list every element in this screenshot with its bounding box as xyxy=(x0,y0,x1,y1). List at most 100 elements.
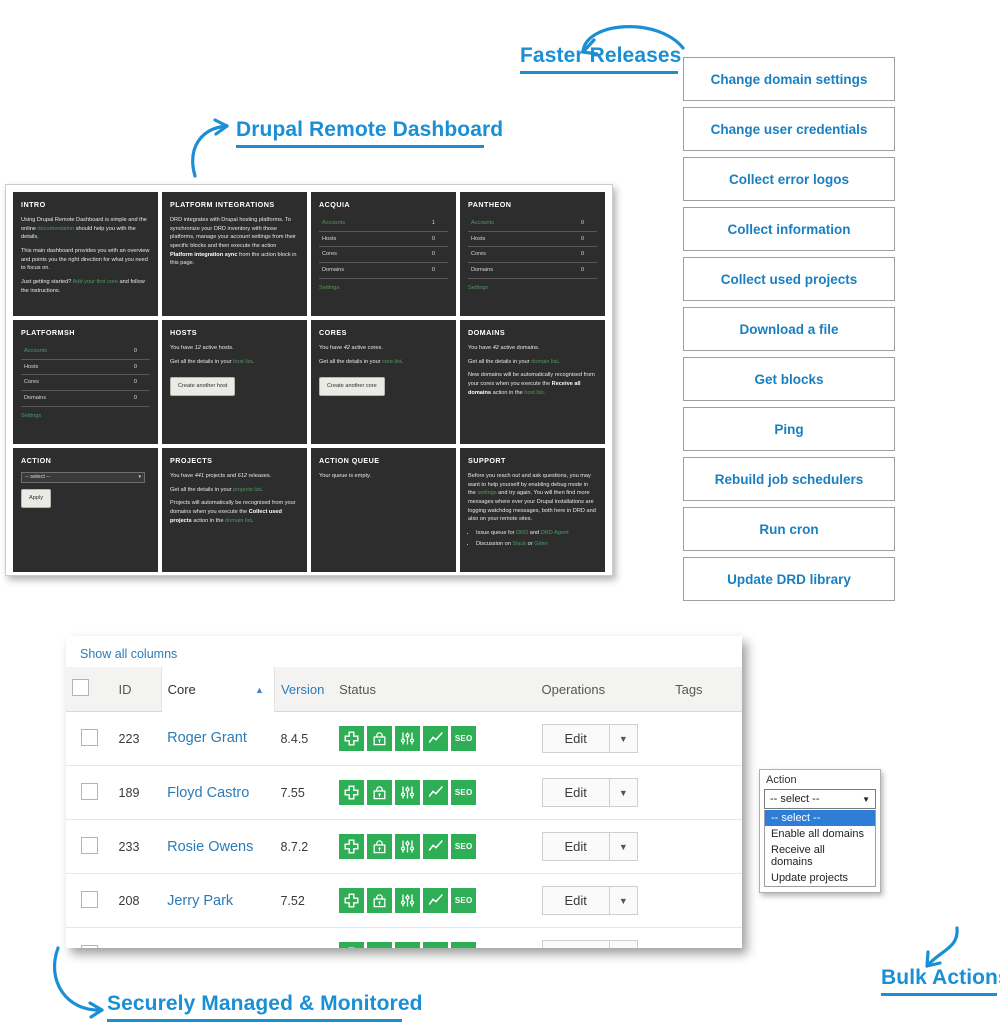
action-button-collect-information[interactable]: Collect information xyxy=(683,207,895,251)
domains-host-list-link[interactable]: host list xyxy=(524,390,543,396)
edit-button[interactable]: Edit xyxy=(541,886,610,915)
projects-p2-b: . xyxy=(261,486,263,493)
bulk-action-option[interactable]: -- select -- xyxy=(765,810,875,826)
row-select-cell[interactable] xyxy=(66,711,113,766)
operations-dropdown-toggle[interactable]: ▼ xyxy=(609,832,638,861)
documentation-link[interactable]: documentation xyxy=(37,226,74,232)
operations-dropdown-toggle[interactable]: ▼ xyxy=(609,886,638,915)
row-select-cell[interactable] xyxy=(66,765,113,820)
show-all-columns-link[interactable]: Show all columns xyxy=(80,647,177,661)
core-name-link[interactable]: Roger Grant xyxy=(167,730,247,746)
core-list-link[interactable]: core list xyxy=(382,359,401,365)
action-button-collect-error-logos[interactable]: Collect error logos xyxy=(683,157,895,201)
edit-button[interactable]: Edit xyxy=(541,724,610,753)
action-button-run-cron[interactable]: Run cron xyxy=(683,507,895,551)
line-chart-icon[interactable] xyxy=(423,942,449,948)
row-checkbox[interactable] xyxy=(80,782,98,800)
gitter-link[interactable]: Gitter xyxy=(534,541,548,547)
stat-row[interactable]: Accounts 1 xyxy=(319,216,448,232)
edit-button[interactable]: Edit xyxy=(541,940,610,948)
core-name-link[interactable]: Rosie Owens xyxy=(167,839,253,855)
add-first-core-link[interactable]: Add your first core xyxy=(73,279,118,285)
plus-cross-icon[interactable] xyxy=(339,942,365,948)
row-id: 223 xyxy=(118,732,140,746)
acquia-settings-link[interactable]: Settings xyxy=(319,284,339,293)
edit-button[interactable]: Edit xyxy=(541,778,610,807)
slack-link[interactable]: Slack xyxy=(512,541,526,547)
seo-icon[interactable]: SEO xyxy=(451,942,477,948)
plus-cross-icon[interactable] xyxy=(339,888,365,913)
sliders-icon[interactable] xyxy=(395,780,421,805)
operations-dropdown-toggle[interactable]: ▼ xyxy=(609,778,638,807)
sliders-icon[interactable] xyxy=(395,942,421,948)
core-name-link[interactable]: Lizzie Nichols xyxy=(167,947,256,949)
support-settings-link[interactable]: settings xyxy=(477,490,496,496)
lock-icon[interactable] xyxy=(367,780,393,805)
line-chart-icon[interactable] xyxy=(423,780,449,805)
action-button-ping[interactable]: Ping xyxy=(683,407,895,451)
cell-tags xyxy=(669,711,742,766)
seo-icon[interactable]: SEO xyxy=(451,726,477,751)
seo-icon[interactable]: SEO xyxy=(451,888,477,913)
action-button-change-user-credentials[interactable]: Change user credentials xyxy=(683,107,895,151)
platformsh-settings-link[interactable]: Settings xyxy=(21,412,41,421)
column-header-id[interactable]: ID xyxy=(112,667,162,712)
stat-row[interactable]: Accounts 0 xyxy=(468,216,597,232)
column-header-select-all[interactable] xyxy=(66,667,113,712)
create-another-core-button[interactable]: Create another core xyxy=(319,377,385,397)
action-button-get-blocks[interactable]: Get blocks xyxy=(683,357,895,401)
bulk-action-select[interactable]: -- select -- ▼ xyxy=(764,789,876,809)
stat-row[interactable]: Accounts 0 xyxy=(21,344,150,360)
bulk-action-option[interactable]: Receive all domains xyxy=(765,842,875,870)
plus-cross-icon[interactable] xyxy=(339,834,365,859)
plus-cross-icon[interactable] xyxy=(339,780,365,805)
drd-agent-issue-queue-link[interactable]: DRD Agent xyxy=(541,530,569,536)
bulk-action-option[interactable]: Enable all domains xyxy=(765,826,875,842)
sliders-icon[interactable] xyxy=(395,888,421,913)
lock-icon[interactable] xyxy=(367,834,393,859)
action-button-rebuild-job-schedulers[interactable]: Rebuild job schedulers xyxy=(683,457,895,501)
select-all-checkbox[interactable] xyxy=(72,679,89,696)
pantheon-settings-link[interactable]: Settings xyxy=(468,284,488,293)
line-chart-icon[interactable] xyxy=(423,834,449,859)
sliders-icon[interactable] xyxy=(395,834,421,859)
line-chart-icon[interactable] xyxy=(423,888,449,913)
create-another-host-button[interactable]: Create another host xyxy=(170,377,236,397)
projects-domain-list-link[interactable]: domain list xyxy=(225,518,252,524)
column-header-version[interactable]: Version xyxy=(274,667,334,712)
projects-list-link[interactable]: projects list xyxy=(233,487,261,493)
edit-button[interactable]: Edit xyxy=(541,832,610,861)
block-intro: INTRO Using Drupal Remote Dashboard is s… xyxy=(13,192,158,316)
host-list-link[interactable]: host list xyxy=(233,359,252,365)
cell-tags xyxy=(669,928,742,949)
row-select-cell[interactable] xyxy=(66,873,113,928)
action-button-change-domain-settings[interactable]: Change domain settings xyxy=(683,57,895,101)
lock-icon[interactable] xyxy=(367,942,393,948)
column-header-core[interactable]: Core ▲ xyxy=(160,667,275,712)
action-button-download-a-file[interactable]: Download a file xyxy=(683,307,895,351)
drd-issue-queue-link[interactable]: DRD xyxy=(516,530,528,536)
block-cores-title: CORES xyxy=(319,328,347,337)
row-checkbox[interactable] xyxy=(80,890,98,908)
line-chart-icon[interactable] xyxy=(423,726,449,751)
operations-dropdown-toggle[interactable]: ▼ xyxy=(609,940,638,948)
action-button-collect-used-projects[interactable]: Collect used projects xyxy=(683,257,895,301)
core-name-link[interactable]: Floyd Castro xyxy=(167,785,249,801)
row-checkbox[interactable] xyxy=(80,836,98,854)
plus-cross-icon[interactable] xyxy=(339,726,365,751)
seo-icon[interactable]: SEO xyxy=(451,834,477,859)
sliders-icon[interactable] xyxy=(395,726,421,751)
seo-icon[interactable]: SEO xyxy=(451,780,477,805)
lock-icon[interactable] xyxy=(367,726,393,751)
domain-list-link[interactable]: domain list xyxy=(531,359,558,365)
row-checkbox[interactable] xyxy=(80,728,98,746)
action-select[interactable]: -- select -- ▾ xyxy=(21,472,145,484)
apply-button[interactable]: Apply xyxy=(21,489,51,508)
operations-dropdown-toggle[interactable]: ▼ xyxy=(609,724,638,753)
row-select-cell[interactable] xyxy=(66,928,113,948)
core-name-link[interactable]: Jerry Park xyxy=(167,893,233,909)
lock-icon[interactable] xyxy=(367,888,393,913)
action-button-update-drd-library[interactable]: Update DRD library xyxy=(683,557,895,601)
bulk-action-option[interactable]: Update projects xyxy=(765,870,875,886)
row-select-cell[interactable] xyxy=(66,819,113,874)
